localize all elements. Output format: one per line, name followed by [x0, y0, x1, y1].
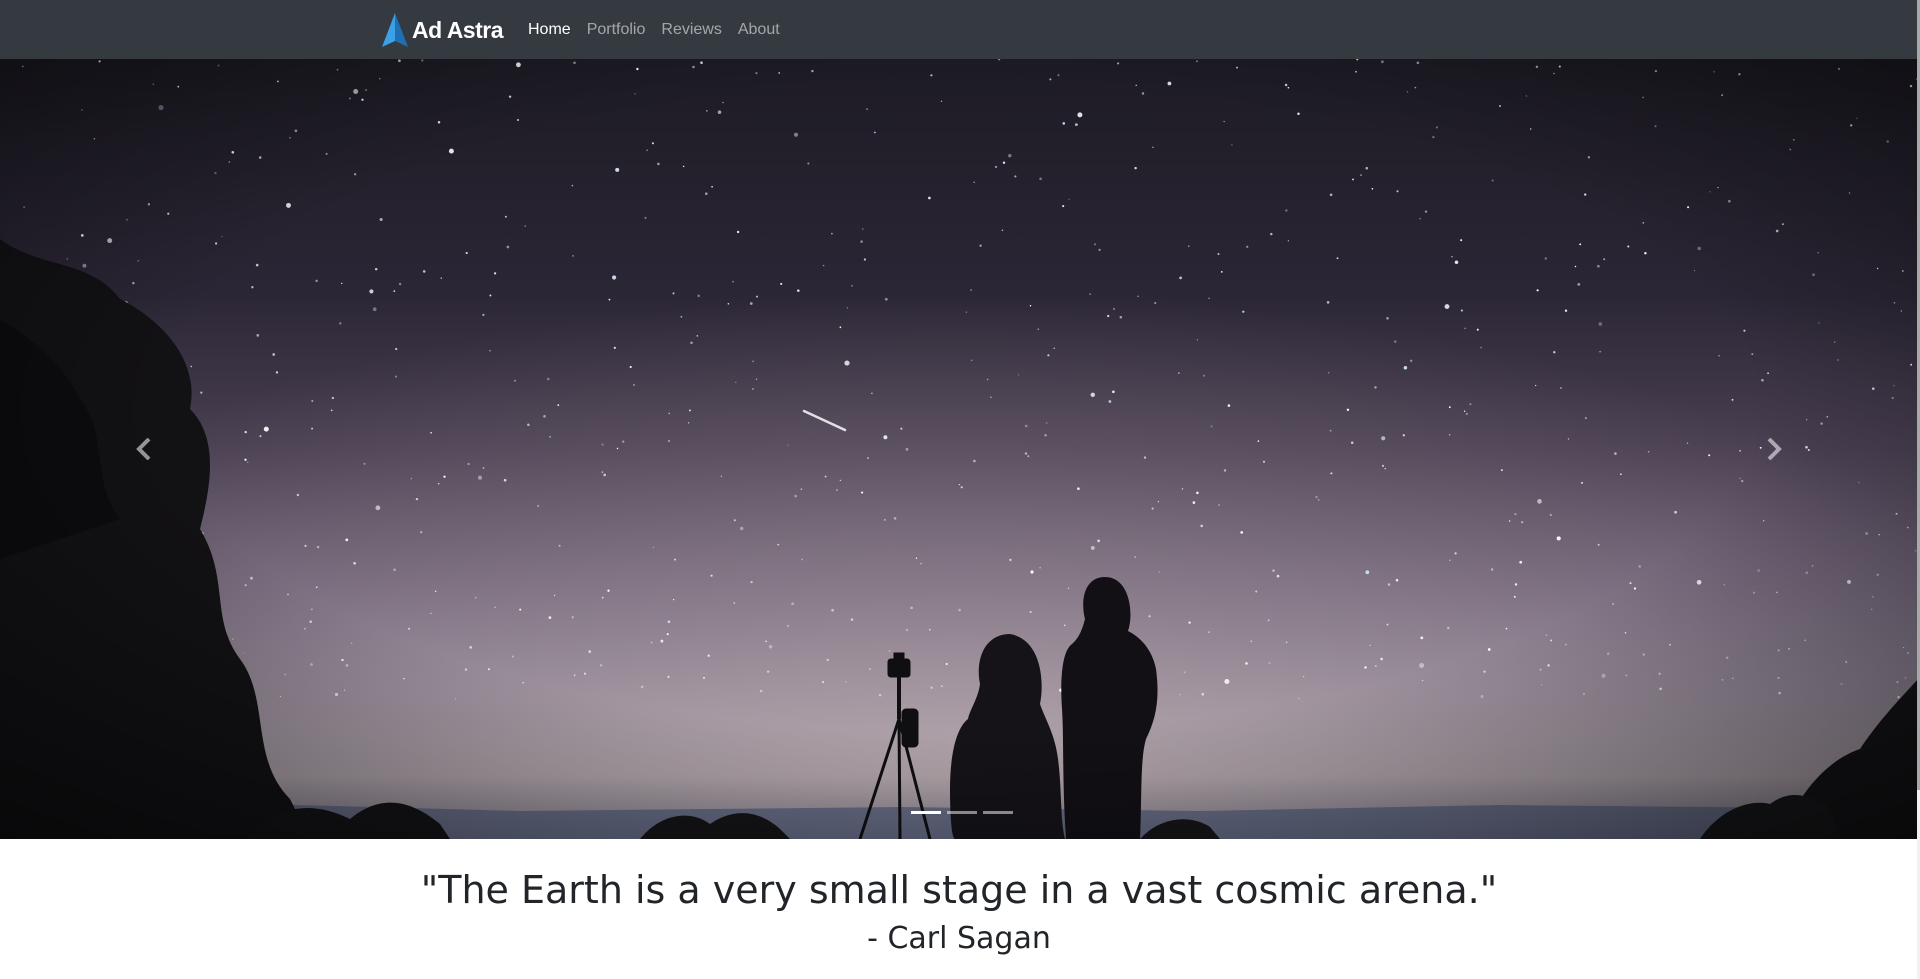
- nav-link-reviews[interactable]: Reviews: [661, 21, 721, 39]
- carousel-prev-button[interactable]: [0, 59, 290, 839]
- nav-link-about[interactable]: About: [738, 21, 780, 39]
- nav-link-portfolio[interactable]: Portfolio: [587, 21, 646, 39]
- nav-link-home[interactable]: Home: [528, 21, 571, 39]
- chevron-right-icon: [1767, 438, 1782, 460]
- page: Ad Astra Home Portfolio Reviews About "T…: [0, 0, 1920, 979]
- brand-logo-icon: [382, 13, 408, 47]
- chevron-left-icon: [136, 438, 151, 460]
- hero-carousel: [0, 59, 1918, 839]
- quote-author: - Carl Sagan: [867, 921, 1051, 956]
- brand-link[interactable]: Ad Astra: [382, 13, 504, 47]
- carousel-indicator-3[interactable]: [983, 811, 1013, 814]
- nav-menu: Home Portfolio Reviews About: [528, 0, 796, 59]
- quote-text: "The Earth is a very small stage in a va…: [420, 868, 1498, 912]
- navbar: Ad Astra Home Portfolio Reviews About: [0, 0, 1918, 59]
- carousel-indicator-2[interactable]: [947, 811, 977, 814]
- brand-name: Ad Astra: [412, 16, 504, 43]
- carousel-next-button[interactable]: [1628, 59, 1918, 839]
- carousel-indicators: [908, 811, 1016, 814]
- carousel-indicator-1[interactable]: [911, 811, 941, 814]
